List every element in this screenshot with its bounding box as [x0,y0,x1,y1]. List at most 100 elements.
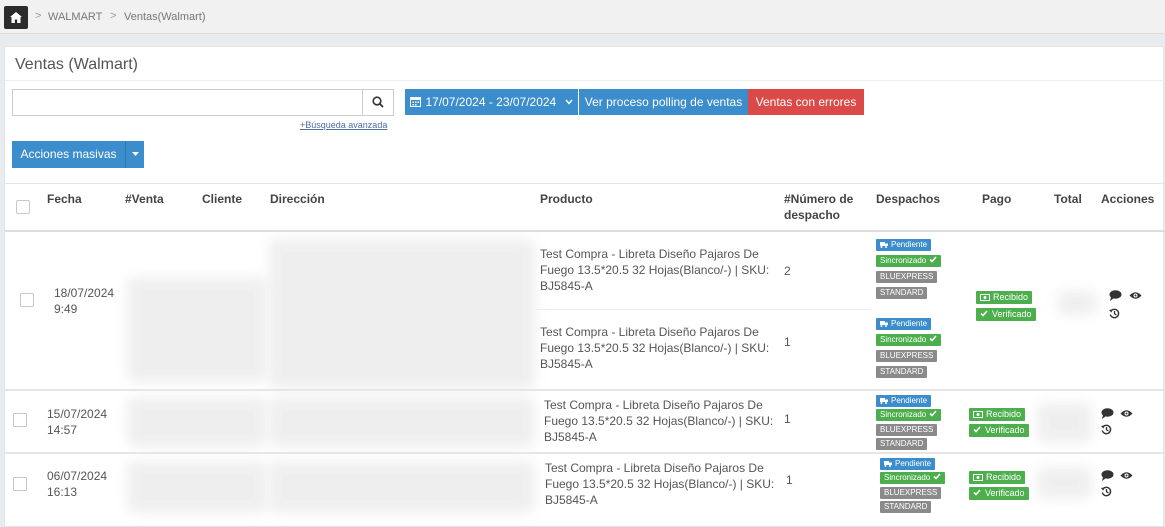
row-checkbox[interactable] [13,477,27,491]
comment-icon[interactable] [1101,408,1114,419]
payment-received-badge: Recibido [976,291,1033,304]
breadcrumb-separator: > [35,10,42,22]
product-name: Fuego 13.5*20.5 32 Hojas(Blanco/-) | SKU… [540,341,770,355]
product-name: Test Compra - Libreta Diseño Pajaros De [545,461,764,475]
product-sku: BJ5845-A [545,493,598,507]
date-range-label: 17/07/2024 - 23/07/2024 [425,95,557,109]
header-total[interactable]: Total [1054,192,1082,206]
check-icon [933,473,941,480]
sales-errors-button[interactable]: Ventas con errores [748,89,864,115]
header-numero-despacho-2: despacho [784,208,841,222]
search-input[interactable] [13,90,362,115]
home-button[interactable] [4,6,28,29]
eye-icon[interactable] [1129,291,1142,300]
redacted-address [269,397,535,447]
header-venta[interactable]: #Venta [125,192,164,206]
product-name: Test Compra - Libreta Diseño Pajaros De [544,398,763,412]
redacted-total [1057,291,1097,315]
carrier-badge: BLUEXPRESS [880,487,942,499]
dispatch-number: 1 [784,335,791,349]
product-name: Test Compra - Libreta Diseño Pajaros De [540,247,759,261]
status-badge-pending: Pendiente [876,239,932,251]
bulk-actions-dropdown[interactable] [125,141,144,168]
header-direccion[interactable]: Dirección [270,192,325,206]
header-numero-despacho[interactable]: #Número de [784,192,853,206]
redacted-address [269,461,535,513]
history-icon[interactable] [1101,424,1112,435]
select-all-checkbox[interactable] [16,200,30,214]
dispatch-number: 1 [784,412,791,426]
redacted-total [1037,403,1092,443]
header-cliente[interactable]: Cliente [202,192,242,206]
eye-icon[interactable] [1120,471,1133,480]
row-time: 14:57 [47,423,78,437]
status-badge-pending: Pendiente [880,458,936,470]
polling-process-button[interactable]: Ver proceso polling de ventas [579,89,748,115]
badge-label: Pendiente [895,459,932,468]
comment-icon[interactable] [1101,470,1114,481]
header-producto[interactable]: Producto [540,192,593,206]
money-icon [973,410,983,418]
divider [535,309,870,310]
header-despachos[interactable]: Despachos [876,192,940,206]
badge-label: Sincronizado [880,335,927,344]
breadcrumb-walmart[interactable]: WALMART [48,11,102,23]
product-name: Fuego 13.5*20.5 32 Hojas(Blanco/-) | SKU… [544,414,774,428]
product-sku: BJ5845-A [540,279,593,293]
redacted-customer [127,277,267,382]
payment-verified-badge: Verificado [976,308,1036,321]
chevron-down-icon [564,99,573,105]
check-icon [973,426,981,433]
check-icon [929,335,937,342]
check-icon [973,489,981,496]
page-title: Ventas (Walmart) [15,56,138,73]
row-date: 06/07/2024 [47,469,108,483]
payment-received-badge: Recibido [969,471,1026,484]
redacted-customer [127,397,267,447]
product-name: Test Compra - Libreta Diseño Pajaros De [540,325,759,339]
money-icon [980,293,990,301]
sales-panel: Ventas (Walmart) +Búsqueda avanzada 17/0… [4,46,1165,527]
truck-icon [880,397,888,404]
badge-label: Sincronizado [880,256,927,265]
service-badge: STANDARD [876,287,928,299]
header-fecha[interactable]: Fecha [47,192,82,206]
product-name: Fuego 13.5*20.5 32 Hojas(Blanco/-) | SKU… [545,477,775,491]
badge-label: Pendiente [891,396,928,405]
payment-verified-badge: Verificado [969,424,1029,437]
comment-icon[interactable] [1109,290,1122,301]
payment-received-badge: Recibido [969,408,1026,421]
search-icon [372,96,384,108]
badge-label: Verificado [992,309,1032,319]
status-badge-pending: Pendiente [876,395,932,407]
date-range-button[interactable]: 17/07/2024 - 23/07/2024 [405,89,578,115]
dispatch-number: 1 [786,473,793,487]
status-badge-synced: Sincronizado [876,255,942,267]
row-checkbox[interactable] [20,293,34,307]
money-icon [973,473,983,481]
eye-icon[interactable] [1120,409,1133,418]
service-badge: STANDARD [876,438,928,450]
product-sku: BJ5845-A [540,357,593,371]
carrier-badge: BLUEXPRESS [876,271,938,283]
calendar-icon [410,97,422,107]
bulk-actions-button[interactable]: Acciones masivas [12,141,125,168]
badge-label: Verificado [985,488,1025,498]
row-checkbox[interactable] [13,413,27,427]
check-icon [980,310,988,317]
row-divider [5,452,1165,454]
product-sku: BJ5845-A [544,430,597,444]
product-name: Fuego 13.5*20.5 32 Hojas(Blanco/-) | SKU… [540,263,770,277]
badge-label: Recibido [993,292,1029,302]
search-button[interactable] [362,90,393,115]
breadcrumb: > WALMART > Ventas(Walmart) [0,0,1165,34]
breadcrumb-ventas: Ventas(Walmart) [124,11,206,23]
history-icon[interactable] [1101,486,1112,497]
history-icon[interactable] [1109,308,1120,319]
payment-verified-badge: Verificado [969,487,1029,500]
header-pago[interactable]: Pago [982,192,1011,206]
status-badge-pending: Pendiente [876,318,932,330]
service-badge: STANDARD [876,366,928,378]
badge-label: Sincronizado [884,473,931,482]
advanced-search-link[interactable]: +Búsqueda avanzada [300,120,387,130]
